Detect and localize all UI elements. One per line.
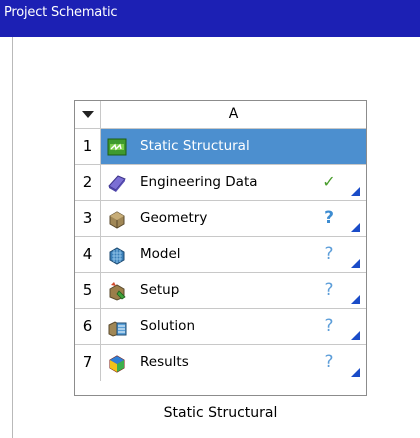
row-body[interactable]: Static Structural [101, 129, 366, 164]
window-title: Project Schematic [4, 5, 118, 20]
system-column-letter: A [228, 106, 239, 122]
row-body[interactable]: Geometry ? [101, 201, 366, 236]
row-body[interactable]: Setup ? [101, 273, 366, 308]
system-row-model[interactable]: 4 Model ? [75, 237, 366, 273]
row-label: Results [140, 354, 189, 370]
row-number: 3 [75, 201, 101, 236]
system-header-row: A [75, 101, 366, 129]
row-label: Geometry [140, 210, 208, 226]
connection-corner-icon[interactable] [351, 223, 360, 232]
geometry-icon [109, 211, 125, 229]
up-to-date-check-icon: ✓ [322, 172, 336, 191]
row-number: 4 [75, 237, 101, 272]
system-row-engineering-data[interactable]: 2 Engineering Data ✓ [75, 165, 366, 201]
static-structural-icon [107, 138, 127, 156]
system-menu-cell[interactable] [75, 101, 101, 128]
engineering-data-icon [108, 175, 126, 192]
analysis-system-block[interactable]: A 1 Static Structural 2 Engineering Data… [74, 100, 367, 396]
setup-icon [109, 282, 126, 301]
row-label: Engineering Data [140, 174, 258, 190]
attention-question-icon: ? [324, 208, 334, 228]
row-number: 1 [75, 129, 101, 164]
solution-icon [108, 321, 127, 337]
system-row-static-structural[interactable]: 1 Static Structural [75, 129, 366, 165]
row-number: 2 [75, 165, 101, 200]
row-number: 7 [75, 345, 101, 381]
dropdown-arrow-icon[interactable] [82, 111, 94, 118]
row-body[interactable]: Model ? [101, 237, 366, 272]
connection-corner-icon[interactable] [351, 187, 360, 196]
row-body[interactable]: Solution ? [101, 309, 366, 344]
connection-corner-icon[interactable] [351, 259, 360, 268]
attention-question-icon: ? [324, 280, 334, 300]
row-label: Static Structural [140, 138, 250, 154]
model-icon [109, 247, 125, 265]
row-number: 5 [75, 273, 101, 308]
row-label: Model [140, 246, 181, 262]
project-schematic-titlebar: Project Schematic [0, 0, 420, 37]
connection-corner-icon[interactable] [351, 368, 360, 377]
system-row-setup[interactable]: 5 Setup ? [75, 273, 366, 309]
attention-question-icon: ? [324, 352, 334, 372]
attention-question-icon: ? [324, 244, 334, 264]
attention-question-icon: ? [324, 316, 334, 336]
connection-corner-icon[interactable] [351, 331, 360, 340]
row-body[interactable]: Engineering Data ✓ [101, 165, 366, 200]
connection-corner-icon[interactable] [351, 295, 360, 304]
results-icon [109, 355, 125, 373]
row-number: 6 [75, 309, 101, 344]
row-label: Setup [140, 282, 180, 298]
system-caption[interactable]: Static Structural [74, 405, 367, 421]
row-body[interactable]: Results ? [101, 345, 366, 381]
system-row-geometry[interactable]: 3 Geometry ? [75, 201, 366, 237]
system-row-solution[interactable]: 6 Solution ? [75, 309, 366, 345]
system-row-results[interactable]: 7 Results ? [75, 345, 366, 381]
row-label: Solution [140, 318, 195, 334]
